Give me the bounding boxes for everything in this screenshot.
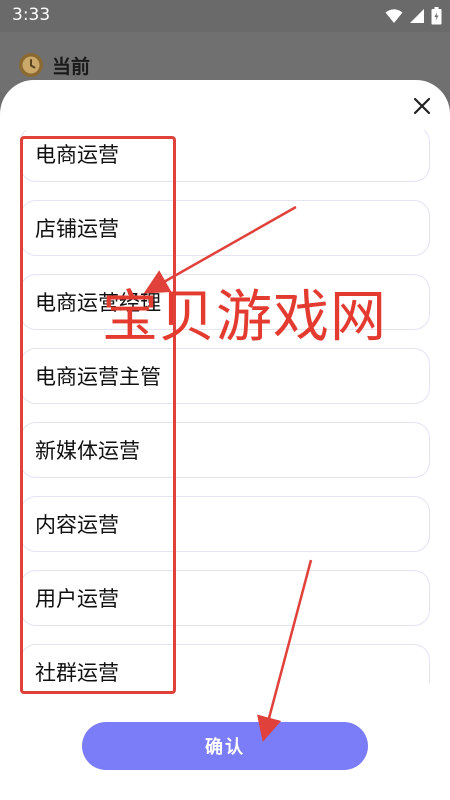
list-item[interactable]: 电商运营 [20, 130, 430, 182]
option-label: 社群运营 [35, 661, 119, 683]
option-label: 店铺运营 [35, 217, 119, 241]
battery-icon [431, 7, 442, 25]
list-item[interactable]: 电商运营经理 [20, 274, 430, 330]
close-icon[interactable] [410, 94, 434, 118]
list-item[interactable]: 店铺运营 [20, 200, 430, 256]
option-label: 电商运营主管 [35, 365, 161, 389]
option-label: 电商运营经理 [35, 291, 161, 315]
status-time: 3:33 [12, 5, 51, 25]
list-item[interactable]: 用户运营 [20, 570, 430, 626]
status-icons [385, 6, 442, 26]
list-item[interactable]: 新媒体运营 [20, 422, 430, 478]
option-label: 电商运营 [35, 143, 119, 167]
status-bar: 3:33 [0, 0, 450, 32]
list-item[interactable]: 电商运营主管 [20, 348, 430, 404]
list-item[interactable]: 社群运营 [20, 644, 430, 683]
option-list[interactable]: 电商运营 店铺运营 电商运营经理 电商运营主管 新媒体运营 内容运营 用户运营 … [0, 130, 450, 683]
list-item[interactable]: 内容运营 [20, 496, 430, 552]
confirm-button[interactable]: 确认 [82, 722, 368, 770]
header-title: 当前 [52, 56, 91, 78]
wifi-icon [385, 9, 403, 23]
option-label: 内容运营 [35, 513, 119, 537]
option-label: 用户运营 [35, 587, 119, 611]
clock-icon [19, 53, 43, 77]
bottom-sheet: 电商运营 店铺运营 电商运营经理 电商运营主管 新媒体运营 内容运营 用户运营 … [0, 80, 450, 800]
option-label: 新媒体运营 [35, 439, 140, 463]
signal-icon [410, 9, 424, 23]
